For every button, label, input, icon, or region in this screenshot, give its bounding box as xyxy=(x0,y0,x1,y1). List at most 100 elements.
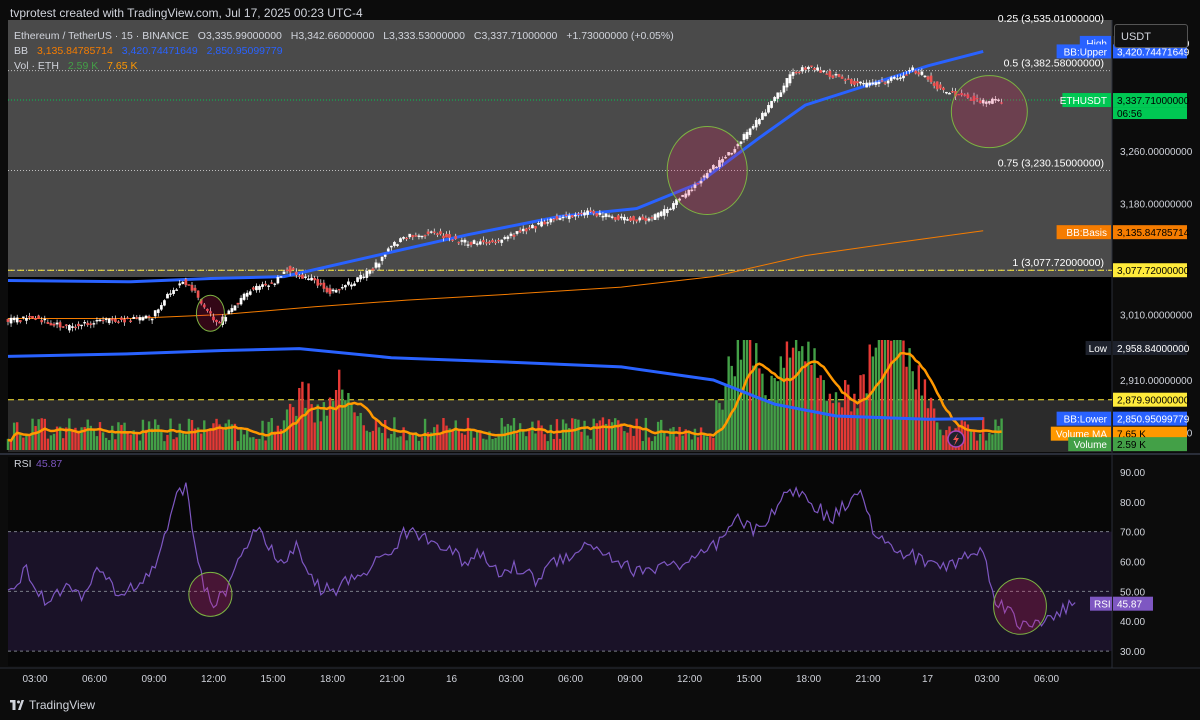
rsi-highlight-ellipse[interactable] xyxy=(188,571,233,617)
candle-body[interactable] xyxy=(362,276,366,279)
candle-body[interactable] xyxy=(95,320,99,322)
candle-body[interactable] xyxy=(117,321,120,323)
candle-body[interactable] xyxy=(580,212,583,215)
candle-body[interactable] xyxy=(475,243,479,245)
candle-body[interactable] xyxy=(905,74,908,76)
candle-body[interactable] xyxy=(6,319,10,322)
candle-body[interactable] xyxy=(672,203,675,210)
candle-body[interactable] xyxy=(831,75,835,78)
candle-body[interactable] xyxy=(770,100,773,108)
candle-body[interactable] xyxy=(138,317,142,321)
candle-body[interactable] xyxy=(239,297,243,305)
candle-body[interactable] xyxy=(43,318,47,321)
candle-body[interactable] xyxy=(64,324,68,326)
candle-body[interactable] xyxy=(77,323,80,327)
candle-body[interactable] xyxy=(389,245,393,248)
candle-body[interactable] xyxy=(159,305,163,310)
candle-body[interactable] xyxy=(255,285,258,291)
candle-body[interactable] xyxy=(325,287,329,293)
candle-body[interactable] xyxy=(540,221,543,227)
candle-body[interactable] xyxy=(402,237,405,239)
candle-body[interactable] xyxy=(71,326,74,328)
candle-body[interactable] xyxy=(626,219,629,221)
candle-body[interactable] xyxy=(629,217,632,221)
candle-body[interactable] xyxy=(267,285,271,287)
candle-body[interactable] xyxy=(849,79,853,84)
candle-body[interactable] xyxy=(101,319,105,322)
candle-body[interactable] xyxy=(807,66,810,70)
candle-body[interactable] xyxy=(383,254,387,257)
candle-body[interactable] xyxy=(52,323,56,326)
candle-body[interactable] xyxy=(785,78,789,88)
candle-body[interactable] xyxy=(583,212,586,216)
candle-body[interactable] xyxy=(592,210,596,214)
candle-body[interactable] xyxy=(365,270,369,278)
candle-body[interactable] xyxy=(251,287,255,290)
candle-body[interactable] xyxy=(859,81,862,84)
candle-body[interactable] xyxy=(340,287,344,289)
highlight-ellipse[interactable] xyxy=(195,294,225,332)
candle-body[interactable] xyxy=(34,318,37,320)
candle-body[interactable] xyxy=(129,320,133,323)
candle-body[interactable] xyxy=(448,234,451,238)
candle-body[interactable] xyxy=(524,228,528,232)
candle-body[interactable] xyxy=(353,283,356,286)
candle-body[interactable] xyxy=(791,71,795,76)
candle-body[interactable] xyxy=(291,268,295,270)
chart-canvas[interactable]: 3,260.00000000 3,180.00000000 3,010.000000… xyxy=(0,0,1200,720)
candle-body[interactable] xyxy=(926,76,930,80)
candle-body[interactable] xyxy=(9,317,13,324)
candle-body[interactable] xyxy=(635,219,639,222)
candle-body[interactable] xyxy=(386,248,390,252)
candle-body[interactable] xyxy=(196,290,200,298)
candle-body[interactable] xyxy=(429,231,433,233)
candle-body[interactable] xyxy=(819,70,823,73)
candle-body[interactable] xyxy=(264,283,267,286)
candle-body[interactable] xyxy=(531,225,534,229)
candle-body[interactable] xyxy=(577,213,580,216)
candle-body[interactable] xyxy=(644,218,648,221)
candle-body[interactable] xyxy=(653,214,657,220)
candle-body[interactable] xyxy=(18,320,22,323)
candle-body[interactable] xyxy=(647,218,651,221)
candle-body[interactable] xyxy=(788,74,792,84)
candle-body[interactable] xyxy=(512,234,516,237)
candle-body[interactable] xyxy=(120,317,123,320)
candle-body[interactable] xyxy=(472,240,476,244)
candle-body[interactable] xyxy=(773,97,777,102)
candle-body[interactable] xyxy=(856,81,859,84)
candle-body[interactable] xyxy=(598,212,602,215)
candle-body[interactable] xyxy=(880,80,884,82)
candle-body[interactable] xyxy=(491,240,494,243)
candle-body[interactable] xyxy=(846,78,850,80)
candle-body[interactable] xyxy=(307,278,310,280)
candle-body[interactable] xyxy=(564,214,568,217)
candle-body[interactable] xyxy=(908,70,911,72)
candle-body[interactable] xyxy=(745,131,749,139)
candle-body[interactable] xyxy=(485,242,488,244)
candle-body[interactable] xyxy=(25,317,28,321)
candle-body[interactable] xyxy=(414,235,418,237)
candle-body[interactable] xyxy=(481,240,485,243)
candle-body[interactable] xyxy=(166,293,169,299)
candle-body[interactable] xyxy=(853,80,856,85)
candle-body[interactable] xyxy=(589,210,593,212)
candle-body[interactable] xyxy=(816,67,819,71)
candle-body[interactable] xyxy=(359,274,363,280)
candle-body[interactable] xyxy=(604,213,608,217)
candle-body[interactable] xyxy=(347,281,350,285)
candle-body[interactable] xyxy=(586,210,589,215)
candle-body[interactable] xyxy=(233,305,237,311)
candle-body[interactable] xyxy=(478,241,482,245)
candle-body[interactable] xyxy=(920,71,924,75)
candle-body[interactable] xyxy=(610,216,614,218)
candle-body[interactable] xyxy=(868,82,872,86)
candle-body[interactable] xyxy=(825,73,829,75)
candle-body[interactable] xyxy=(494,241,497,244)
candle-body[interactable] xyxy=(423,234,427,237)
candle-body[interactable] xyxy=(350,284,353,287)
candle-body[interactable] xyxy=(37,315,41,319)
candle-body[interactable] xyxy=(515,231,519,234)
candle-body[interactable] xyxy=(181,281,185,284)
candle-body[interactable] xyxy=(417,235,421,237)
